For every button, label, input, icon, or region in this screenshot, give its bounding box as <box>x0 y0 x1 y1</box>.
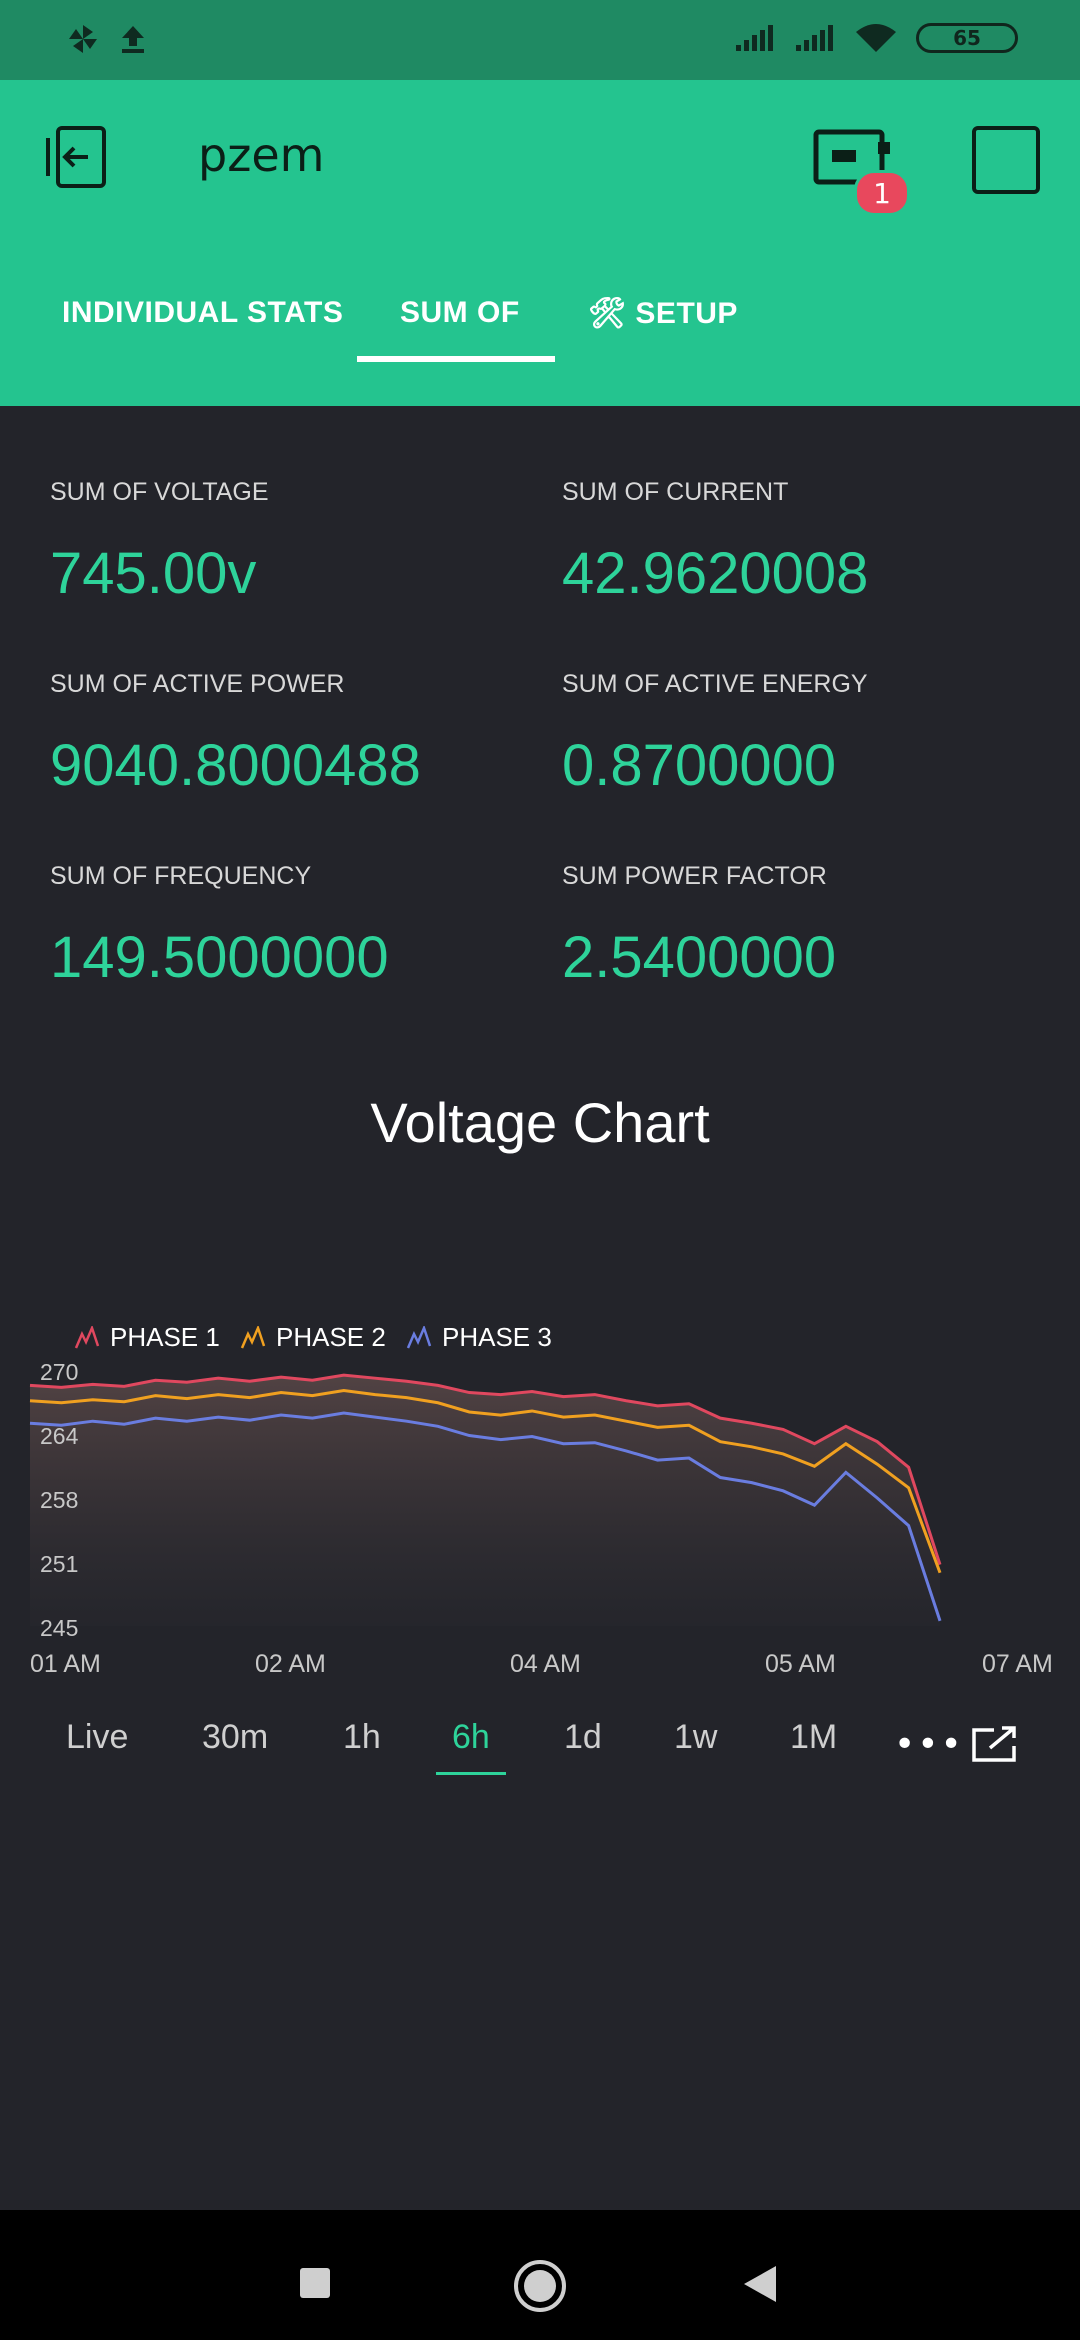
stat-label-frequency: SUM OF FREQUENCY <box>50 862 312 890</box>
system-nav-bar <box>0 2210 1080 2340</box>
profile-button[interactable] <box>972 126 1040 194</box>
more-dots-icon: ••• <box>894 1724 964 1765</box>
tab-bar: INDIVIDUAL STATS SUM OF 🛠 SETUP <box>0 296 1080 362</box>
upload-icon <box>122 26 144 53</box>
tab-setup[interactable]: 🛠 SETUP <box>588 296 738 331</box>
voltage-chart[interactable]: 270 264 258 251 245 01 AM 02 AM 04 AM 05 AM 07 A… <box>0 1350 1080 1680</box>
chart-title: Voltage Chart <box>370 1091 710 1154</box>
open-external-button[interactable] <box>970 1724 1018 1764</box>
active-range-indicator <box>436 1772 506 1775</box>
y-tick-label: 264 <box>40 1423 79 1449</box>
x-tick-label: 04 AM <box>510 1650 581 1678</box>
range-6h[interactable]: 6h <box>452 1718 490 1757</box>
stat-value-current: 42.9620008 <box>562 541 869 606</box>
stat-label-current: SUM OF CURRENT <box>562 478 789 506</box>
legend-phase-3[interactable]: PHASE 3 <box>406 1322 552 1353</box>
y-tick-label: 270 <box>40 1359 78 1385</box>
status-bar: 65 <box>0 0 1080 80</box>
x-tick-label: 02 AM <box>255 1650 326 1678</box>
x-tick-label: 07 AM <box>982 1650 1053 1678</box>
stat-label-active-power: SUM OF ACTIVE POWER <box>50 670 345 698</box>
legend-label: PHASE 1 <box>110 1322 220 1352</box>
legend-phase-2[interactable]: PHASE 2 <box>240 1322 386 1353</box>
line-series-icon <box>74 1325 100 1348</box>
range-1M[interactable]: 1M <box>790 1718 837 1757</box>
y-tick-label: 245 <box>40 1615 78 1641</box>
stat-value-active-energy: 0.8700000 <box>562 733 837 798</box>
tab-sum-of[interactable]: SUM OF <box>400 296 520 330</box>
home-circle-icon <box>514 2260 566 2312</box>
x-tick-label: 05 AM <box>765 1650 836 1678</box>
legend-phase-1[interactable]: PHASE 1 <box>74 1322 220 1353</box>
app-title: pzem <box>198 128 325 182</box>
range-live[interactable]: Live <box>66 1718 128 1757</box>
x-tick-label: 01 AM <box>30 1650 101 1678</box>
device-count-badge: 1 <box>854 170 910 216</box>
range-1w[interactable]: 1w <box>674 1718 717 1757</box>
range-30m[interactable]: 30m <box>202 1718 268 1757</box>
line-series-icon <box>240 1325 266 1348</box>
line-series-icon <box>406 1325 432 1348</box>
y-tick-label: 258 <box>40 1487 78 1513</box>
signal-icon <box>736 25 773 51</box>
stat-value-frequency: 149.5000000 <box>50 925 389 990</box>
wifi-icon <box>856 24 896 52</box>
recents-button[interactable] <box>298 2266 332 2300</box>
range-1h[interactable]: 1h <box>343 1718 381 1757</box>
home-button[interactable] <box>512 2258 568 2314</box>
stat-label-voltage: SUM OF VOLTAGE <box>50 478 269 506</box>
back-nav-button[interactable] <box>742 2264 778 2304</box>
recents-square-icon <box>300 2268 330 2298</box>
range-1d[interactable]: 1d <box>564 1718 602 1757</box>
exit-to-app-icon <box>46 126 106 188</box>
legend-label: PHASE 3 <box>442 1322 552 1352</box>
battery-indicator: 65 <box>916 23 1018 53</box>
signal-icon <box>796 25 833 51</box>
back-triangle-icon <box>744 2266 776 2302</box>
stat-value-voltage: 745.00v <box>50 541 257 606</box>
y-tick-label: 251 <box>40 1551 78 1577</box>
stat-label-power-factor: SUM POWER FACTOR <box>562 862 827 890</box>
stat-value-power-factor: 2.5400000 <box>562 925 837 990</box>
back-button[interactable] <box>44 124 110 190</box>
active-tab-indicator <box>357 356 555 362</box>
pinwheel-icon <box>69 25 97 53</box>
legend-label: PHASE 2 <box>276 1322 386 1352</box>
tab-individual-stats[interactable]: INDIVIDUAL STATS <box>62 296 343 330</box>
more-options-button[interactable]: ••• <box>894 1724 964 1765</box>
open-external-icon <box>972 1726 1016 1762</box>
stat-label-active-energy: SUM OF ACTIVE ENERGY <box>562 670 868 698</box>
stat-value-active-power: 9040.8000488 <box>50 733 421 798</box>
